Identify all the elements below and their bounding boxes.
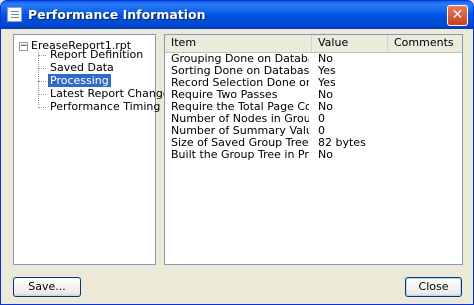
table-row[interactable]: Grouping Done on Database Server No: [165, 53, 462, 65]
window-title: Performance Information: [28, 7, 206, 22]
tree-item-label: Saved Data: [50, 61, 114, 74]
column-header-comments[interactable]: Comments: [388, 35, 462, 51]
table-row[interactable]: Require the Total Page Count No: [165, 101, 462, 113]
item-cell: Built the Group Tree in Progress: [171, 149, 309, 161]
value-cell: 82 bytes: [318, 137, 366, 149]
table-row[interactable]: Sorting Done on Database Server Yes: [165, 65, 462, 77]
value-cell: No: [318, 89, 333, 101]
table-row[interactable]: Require Two Passes No: [165, 89, 462, 101]
tree-item-label: Processing: [48, 74, 111, 87]
item-cell: Require the Total Page Count: [171, 101, 309, 113]
value-cell: Yes: [318, 77, 336, 89]
performance-grid[interactable]: Item Value Comments Grouping Done on Dat…: [164, 34, 463, 265]
column-header-item[interactable]: Item: [165, 35, 312, 51]
item-cell: Require Two Passes: [171, 89, 278, 101]
value-cell: No: [318, 53, 333, 65]
value-cell: No: [318, 101, 333, 113]
value-cell: 0: [318, 125, 325, 137]
tree-item-saved-data[interactable]: Saved Data: [38, 61, 116, 74]
item-cell: Number of Nodes in Group Tree: [171, 113, 309, 125]
value-cell: No: [318, 149, 333, 161]
tree-item-label: Latest Report Changes: [50, 87, 176, 100]
tree-item-label: Report Definition: [50, 48, 144, 61]
table-row[interactable]: Record Selection Done on Databa... Yes: [165, 77, 462, 89]
value-cell: 0: [318, 113, 325, 125]
column-header-value[interactable]: Value: [312, 35, 388, 51]
close-button[interactable]: Close: [405, 277, 462, 297]
tree-item-performance-timing[interactable]: Performance Timing: [38, 100, 162, 113]
tree-item-latest-report-changes[interactable]: Latest Report Changes: [38, 87, 177, 100]
item-cell: Number of Summary Values: [171, 125, 309, 137]
table-row[interactable]: Number of Nodes in Group Tree 0: [165, 113, 462, 125]
save-button[interactable]: Save...: [13, 277, 81, 297]
category-tree[interactable]: − EreaseReport1.rpt Report Definition Sav…: [13, 34, 175, 265]
value-cell: Yes: [318, 65, 336, 77]
grid-header: Item Value Comments: [165, 35, 462, 53]
window-icon: [7, 7, 22, 22]
item-cell: Record Selection Done on Databa...: [171, 77, 309, 89]
close-window-button[interactable]: ✕: [447, 5, 468, 26]
item-cell: Size of Saved Group Tree: [171, 137, 309, 149]
tree-item-label: Performance Timing: [50, 100, 161, 113]
tree-item-processing[interactable]: Processing: [38, 74, 111, 87]
collapse-icon[interactable]: −: [19, 41, 28, 51]
tree-item-report-definition[interactable]: Report Definition: [38, 48, 145, 61]
item-cell: Sorting Done on Database Server: [171, 65, 309, 77]
table-row[interactable]: Size of Saved Group Tree 82 bytes: [165, 137, 462, 149]
title-bar[interactable]: Performance Information ✕: [1, 1, 473, 29]
table-row[interactable]: Number of Summary Values 0: [165, 125, 462, 137]
performance-information-dialog: Performance Information ✕ − EreaseReport1…: [0, 0, 474, 305]
item-cell: Grouping Done on Database Server: [171, 53, 309, 65]
table-row[interactable]: Built the Group Tree in Progress No: [165, 149, 462, 161]
